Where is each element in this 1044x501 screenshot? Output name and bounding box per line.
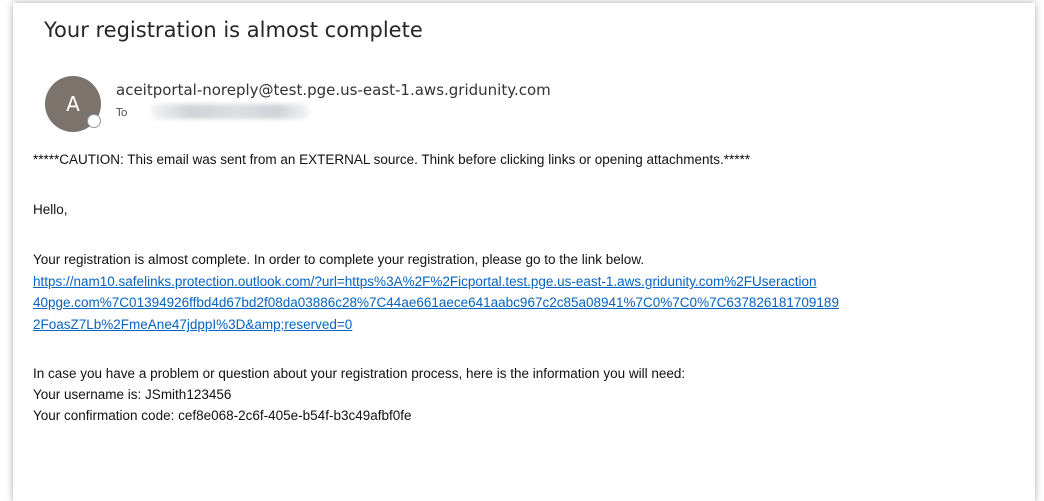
greeting: Hello,: [33, 202, 68, 217]
caution-banner: *****CAUTION: This email was sent from a…: [33, 152, 751, 167]
email-subject: Your registration is almost complete: [44, 18, 423, 42]
help-paragraph: In case you have a problem or question a…: [33, 366, 686, 381]
registration-link-line-2[interactable]: 40pge.com%7C01394926ffbd4d67bd2f08da0388…: [33, 295, 839, 310]
redacted-recipient: [151, 104, 309, 119]
to-label: To: [116, 106, 128, 119]
email-reading-pane: Your registration is almost complete A a…: [13, 3, 1035, 501]
confirmation-code-line: Your confirmation code: cef8e068-2c6f-40…: [33, 408, 412, 423]
username-line: Your username is: JSmith123456: [33, 387, 232, 402]
presence-status-icon: [87, 114, 101, 128]
registration-link-line-3[interactable]: 2FoasZ7Lb%2FmeAne47jdppI%3D&amp;reserved…: [33, 317, 352, 332]
registration-paragraph: Your registration is almost complete. In…: [33, 252, 645, 267]
sender-address[interactable]: aceitportal-noreply@test.pge.us-east-1.a…: [116, 81, 551, 99]
registration-link-line-1[interactable]: https://nam10.safelinks.protection.outlo…: [33, 274, 817, 289]
